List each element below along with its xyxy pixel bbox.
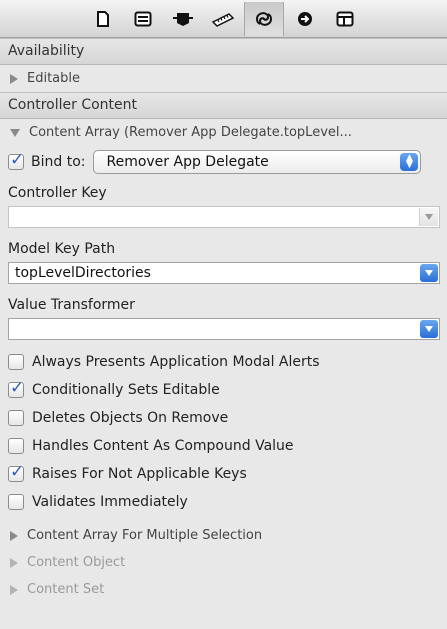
size-inspector-tab[interactable] bbox=[204, 2, 242, 36]
model-key-path-value: topLevelDirectories bbox=[15, 265, 151, 281]
option-checkbox[interactable] bbox=[8, 410, 24, 426]
effects-icon bbox=[336, 11, 353, 26]
bind-to-value: Remover App Delegate bbox=[106, 154, 269, 170]
controller-key-label: Controller Key bbox=[8, 185, 107, 201]
combo-arrow-icon[interactable] bbox=[420, 320, 438, 338]
identity-inspector-tab[interactable] bbox=[124, 2, 162, 36]
binding-label: Content Object bbox=[27, 555, 126, 570]
option-checkbox[interactable] bbox=[8, 354, 24, 370]
effects-inspector-tab[interactable] bbox=[326, 2, 364, 36]
option-deletes-objects-on-remove[interactable]: Deletes Objects On Remove bbox=[0, 404, 447, 432]
combo-arrow-icon[interactable] bbox=[419, 208, 438, 226]
bind-to-checkbox[interactable]: ✓ bbox=[8, 150, 24, 170]
disclosure-triangle-icon bbox=[10, 530, 18, 541]
value-transformer-label: Value Transformer bbox=[8, 297, 135, 313]
checkmark-icon: ✓ bbox=[10, 378, 25, 398]
binding-editable[interactable]: Editable bbox=[0, 65, 447, 92]
bind-to-row: ✓ Bind to: Remover App Delegate ▲ ▼ bbox=[0, 146, 447, 178]
bindings-icon bbox=[255, 11, 272, 26]
checkmark-icon: ✓ bbox=[10, 462, 25, 482]
connections-inspector-tab[interactable] bbox=[286, 2, 324, 36]
bindings-inspector-tab[interactable] bbox=[243, 1, 284, 36]
controller-key-combo[interactable] bbox=[8, 206, 440, 228]
option-raises-not-applicable-keys[interactable]: ✓ Raises For Not Applicable Keys bbox=[0, 460, 447, 488]
bind-to-label: Bind to: bbox=[31, 154, 86, 170]
disclosure-triangle-icon bbox=[10, 557, 18, 568]
option-always-presents-modal-alerts[interactable]: Always Presents Application Modal Alerts bbox=[0, 348, 447, 376]
file-icon bbox=[96, 10, 109, 27]
option-label: Always Presents Application Modal Alerts bbox=[32, 354, 320, 370]
disclosure-triangle-icon bbox=[10, 73, 18, 84]
combo-arrow-icon[interactable] bbox=[420, 264, 438, 282]
more-bindings-list: Content Array For Multiple Selection Con… bbox=[0, 522, 447, 603]
inspector-toolbar bbox=[0, 0, 447, 38]
option-label: Conditionally Sets Editable bbox=[32, 382, 220, 398]
connections-icon bbox=[297, 11, 312, 26]
disclosure-triangle-icon bbox=[10, 584, 18, 595]
binding-content-set[interactable]: Content Set bbox=[0, 576, 447, 603]
option-validates-immediately[interactable]: Validates Immediately bbox=[0, 488, 447, 516]
section-availability: Availability bbox=[0, 38, 447, 65]
attributes-icon bbox=[172, 12, 193, 26]
popup-arrows-icon: ▲ ▼ bbox=[400, 153, 419, 171]
section-controller-content: Controller Content bbox=[0, 92, 447, 119]
binding-content-array[interactable]: Content Array (Remover App Delegate.topL… bbox=[0, 119, 447, 146]
binding-content-object[interactable]: Content Object bbox=[0, 549, 447, 576]
option-checkbox[interactable]: ✓ bbox=[8, 462, 24, 482]
option-conditionally-sets-editable[interactable]: ✓ Conditionally Sets Editable bbox=[0, 376, 447, 404]
option-label: Handles Content As Compound Value bbox=[32, 438, 294, 454]
bind-to-popup[interactable]: Remover App Delegate ▲ ▼ bbox=[93, 150, 422, 174]
disclosure-triangle-expanded-icon bbox=[10, 128, 20, 137]
value-transformer-combo[interactable] bbox=[8, 318, 440, 340]
option-label: Validates Immediately bbox=[32, 494, 188, 510]
binding-label: Content Array For Multiple Selection bbox=[27, 528, 263, 543]
binding-options-list: Always Presents Application Modal Alerts… bbox=[0, 348, 447, 516]
identity-icon bbox=[134, 11, 151, 26]
binding-content-array-label: Content Array (Remover App Delegate.topL… bbox=[29, 125, 352, 140]
size-ruler-icon bbox=[211, 12, 234, 27]
binding-editable-label: Editable bbox=[27, 71, 81, 86]
option-label: Raises For Not Applicable Keys bbox=[32, 466, 247, 482]
attributes-inspector-tab[interactable] bbox=[164, 2, 202, 36]
binding-content-array-multiple-selection[interactable]: Content Array For Multiple Selection bbox=[0, 522, 447, 549]
option-checkbox[interactable] bbox=[8, 494, 24, 510]
binding-label: Content Set bbox=[27, 582, 105, 597]
model-key-path-combo[interactable]: topLevelDirectories bbox=[8, 262, 440, 284]
file-inspector-tab[interactable] bbox=[84, 2, 122, 36]
checkmark-icon: ✓ bbox=[10, 150, 25, 170]
option-handles-compound-value[interactable]: Handles Content As Compound Value bbox=[0, 432, 447, 460]
model-key-path-label: Model Key Path bbox=[8, 241, 116, 257]
option-checkbox[interactable] bbox=[8, 438, 24, 454]
option-label: Deletes Objects On Remove bbox=[32, 410, 229, 426]
option-checkbox[interactable]: ✓ bbox=[8, 378, 24, 398]
bindings-inspector: Availability Editable Controller Content… bbox=[0, 0, 447, 629]
